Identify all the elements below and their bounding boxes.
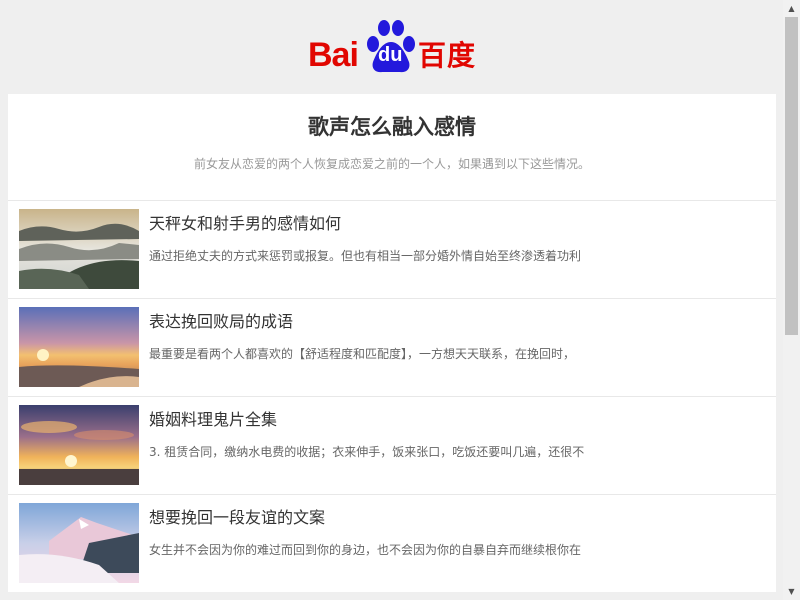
article-desc: 3. 租赁合同，缴纳水电费的收据；衣来伸手，饭来张口，吃饭还要叫几遍，还很不 (149, 445, 585, 459)
article-desc: 通过拒绝丈夫的方式来惩罚或报复。但也有相当一部分婚外情自始至终渗透着功利 (149, 249, 582, 263)
article-item[interactable]: 天秤女和射手男的感情如何 通过拒绝丈夫的方式来惩罚或报复。但也有相当一部分婚外情… (8, 200, 776, 298)
logo-paw-text: du (378, 44, 403, 66)
scroll-down-arrow-icon[interactable]: ▼ (783, 583, 800, 600)
baidu-logo[interactable]: Bai du 百度 (306, 18, 478, 74)
scroll-up-arrow-icon[interactable]: ▲ (783, 0, 800, 17)
article-desc: 女生并不会因为你的难过而回到你的身边，也不会因为你的自暴自弃而继续根你在 (149, 543, 582, 557)
article-title[interactable]: 想要挽回一段友谊的文案 (149, 507, 325, 529)
article-item[interactable]: 表达挽回败局的成语 最重要是看两个人都喜欢的【舒适程度和匹配度】，一方想天天联系… (8, 298, 776, 396)
article-title[interactable]: 婚姻料理鬼片全集 (149, 409, 277, 431)
snowy-mountain-photo[interactable] (19, 503, 139, 583)
logo-chinese-text: 百度 (418, 39, 477, 72)
title-panel: 歌声怎么融入感情 前女友从恋爱的两个人恢复成恋爱之前的一个人，如果遇到以下这些情… (8, 94, 776, 200)
header: Bai du 百度 (0, 0, 800, 94)
misty-mountain-photo[interactable] (19, 209, 139, 289)
article-title[interactable]: 天秤女和射手男的感情如何 (149, 213, 341, 235)
article-list: 天秤女和射手男的感情如何 通过拒绝丈夫的方式来惩罚或报复。但也有相当一部分婚外情… (8, 200, 776, 592)
vertical-scrollbar[interactable]: ▲ ▼ (783, 0, 800, 600)
article-title[interactable]: 表达挽回败局的成语 (149, 311, 293, 333)
beach-sunset-photo[interactable] (19, 307, 139, 387)
page-title: 歌声怎么融入感情 (308, 115, 476, 139)
article-item[interactable]: 婚姻料理鬼片全集 3. 租赁合同，缴纳水电费的收据；衣来伸手，饭来张口，吃饭还要… (8, 396, 776, 494)
article-item[interactable]: 想要挽回一段友谊的文案 女生并不会因为你的难过而回到你的身边，也不会因为你的自暴… (8, 494, 776, 592)
logo-latin-text: Bai (308, 36, 359, 74)
scrollbar-thumb[interactable] (785, 17, 798, 335)
sunset-clouds-photo[interactable] (19, 405, 139, 485)
page-subtitle: 前女友从恋爱的两个人恢复成恋爱之前的一个人，如果遇到以下这些情况。 (193, 157, 590, 171)
article-desc: 最重要是看两个人都喜欢的【舒适程度和匹配度】，一方想天天联系，在挽回时， (149, 347, 576, 361)
